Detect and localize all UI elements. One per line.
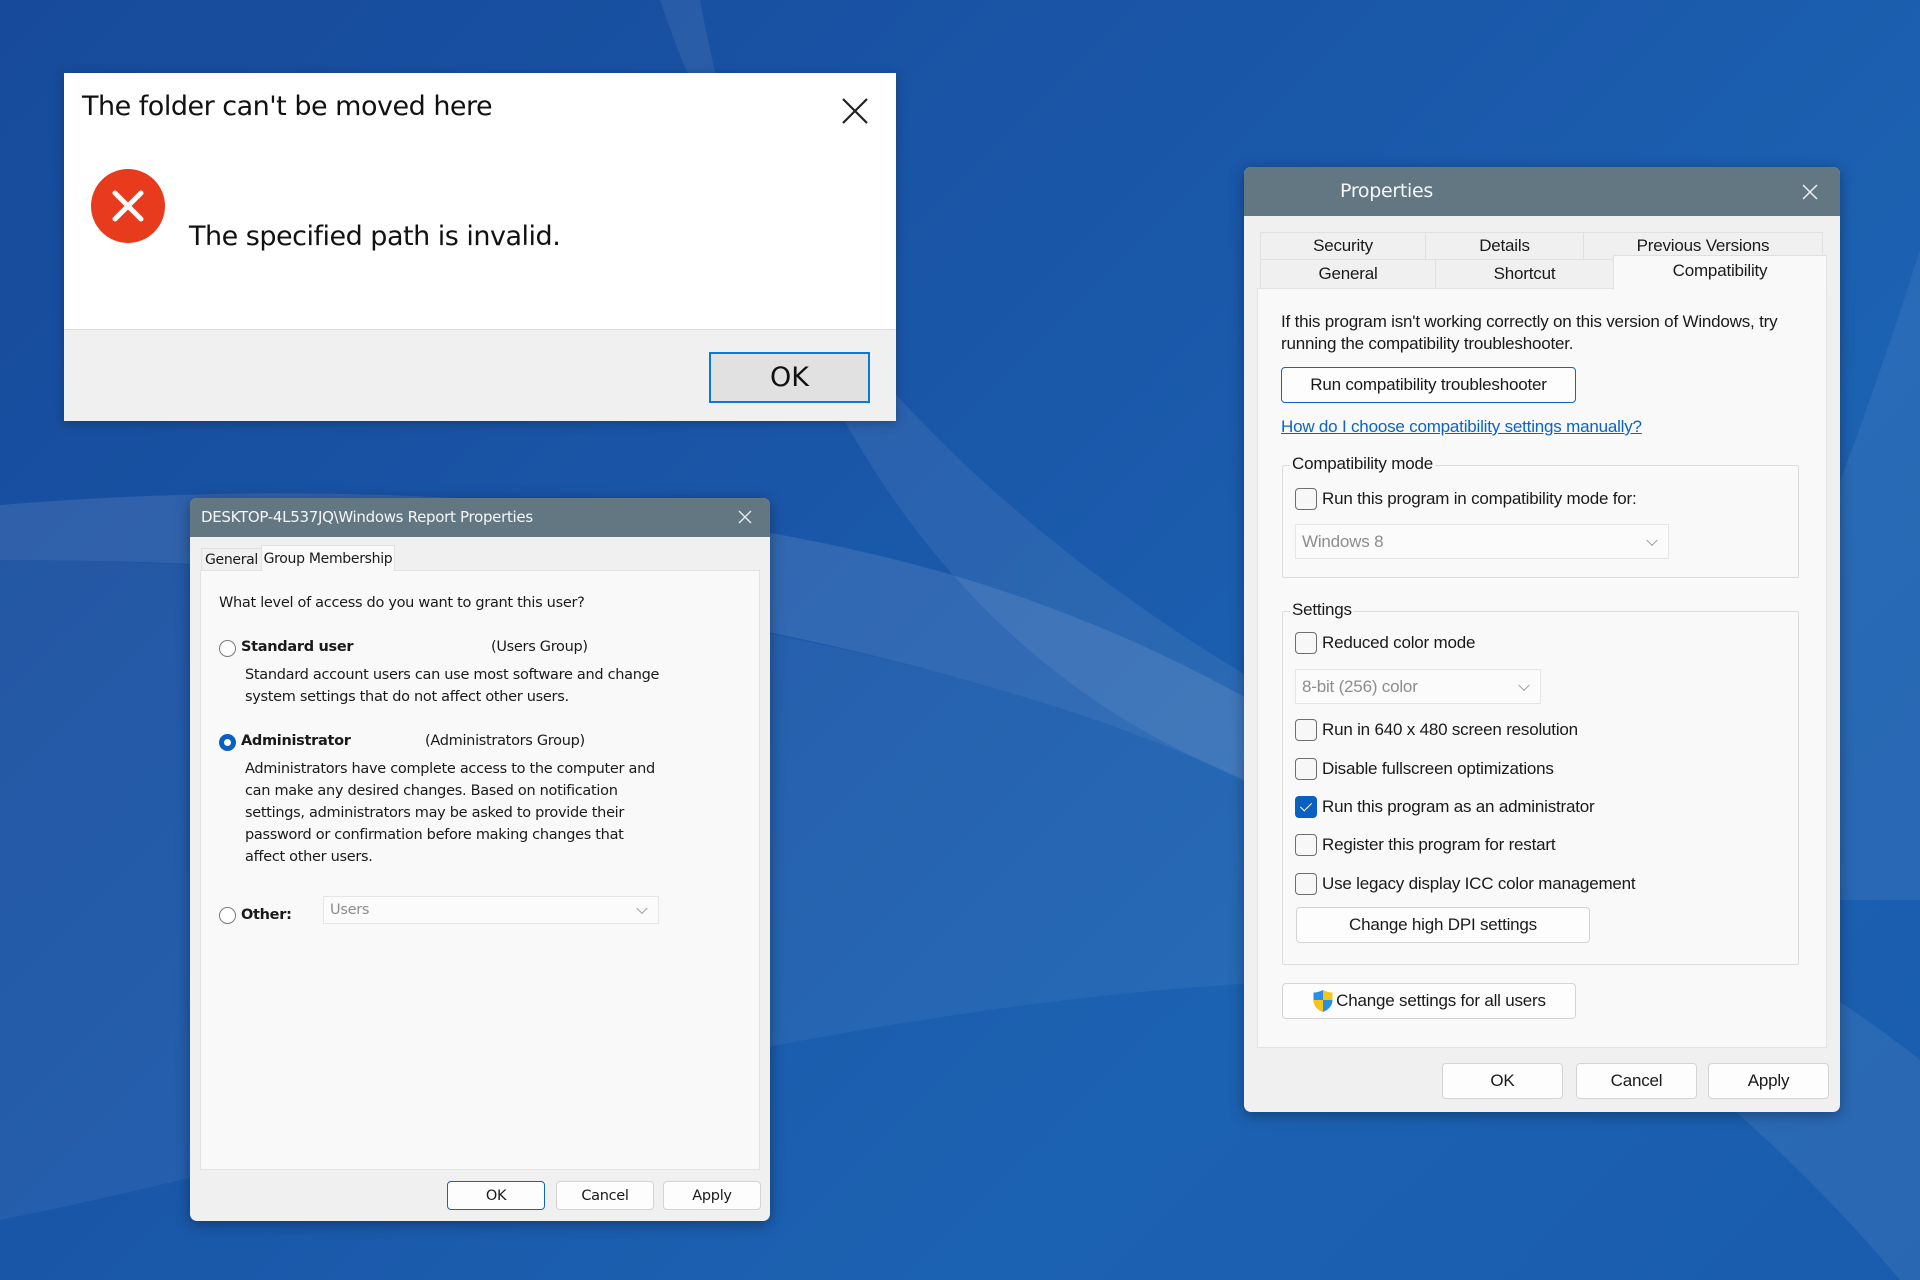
legacy-icc-label[interactable]: Use legacy display ICC color management (1322, 874, 1636, 894)
disable-fullscreen-checkbox[interactable] (1295, 758, 1317, 780)
compatibility-panel: If this program isn't working correctly … (1257, 288, 1827, 1048)
error-message: The specified path is invalid. (189, 221, 561, 252)
change-all-users-button[interactable]: Change settings for all users (1282, 983, 1576, 1019)
properties-dialog: Properties Security Details Previous Ver… (1244, 167, 1840, 1112)
tab-details[interactable]: Details (1425, 232, 1584, 260)
error-dialog: The folder can't be moved here The speci… (64, 73, 896, 421)
tab-general[interactable]: General (201, 548, 262, 571)
administrator-desc-line: Administrators have complete access to t… (245, 761, 655, 777)
standard-user-desc-line: system settings that do not affect other… (245, 689, 569, 705)
resolution-640-label[interactable]: Run in 640 x 480 screen resolution (1322, 720, 1578, 740)
reduced-color-label[interactable]: Reduced color mode (1322, 633, 1475, 653)
administrator-desc-line: settings, administrators may be asked to… (245, 805, 625, 821)
compatibility-help-link[interactable]: How do I choose compatibility settings m… (1281, 417, 1642, 437)
chevron-down-icon (1646, 534, 1658, 546)
error-dialog-footer: OK (64, 329, 896, 421)
administrator-radio[interactable] (219, 734, 236, 751)
compatibility-mode-group (1282, 465, 1799, 578)
compat-mode-checkbox[interactable] (1295, 488, 1317, 510)
administrator-desc-line: can make any desired changes. Based on n… (245, 783, 618, 799)
standard-user-desc-line: Standard account users can use most soft… (245, 667, 660, 683)
administrator-desc-line: password or confirmation before making c… (245, 827, 624, 843)
apply-button[interactable]: Apply (1708, 1063, 1829, 1099)
title-bar: DESKTOP-4L537JQ\Windows Report Propertie… (190, 498, 770, 537)
compat-mode-label[interactable]: Run this program in compatibility mode f… (1322, 489, 1637, 509)
close-icon[interactable] (1801, 183, 1819, 201)
error-dialog-title: The folder can't be moved here (82, 91, 493, 122)
tab-panel: What level of access do you want to gran… (200, 570, 760, 1170)
legacy-icc-checkbox[interactable] (1295, 873, 1317, 895)
register-restart-checkbox[interactable] (1295, 834, 1317, 856)
other-radio[interactable] (219, 907, 236, 924)
tab-compatibility[interactable]: Compatibility (1613, 255, 1827, 290)
settings-label: Settings (1290, 600, 1354, 620)
close-icon[interactable] (837, 93, 873, 129)
chevron-down-icon (636, 902, 648, 915)
resolution-640-checkbox[interactable] (1295, 719, 1317, 741)
tab-security[interactable]: Security (1260, 232, 1426, 260)
register-restart-label[interactable]: Register this program for restart (1322, 835, 1556, 855)
run-as-admin-checkbox[interactable] (1295, 796, 1317, 818)
administrator-label[interactable]: Administrator (241, 733, 351, 749)
cancel-button[interactable]: Cancel (1576, 1063, 1697, 1099)
administrator-group: (Administrators Group) (425, 733, 585, 749)
run-as-admin-label[interactable]: Run this program as an administrator (1322, 797, 1595, 817)
uac-shield-icon (1313, 990, 1333, 1012)
apply-button[interactable]: Apply (663, 1181, 761, 1210)
compatibility-mode-label: Compatibility mode (1290, 454, 1435, 474)
standard-user-group: (Users Group) (491, 639, 588, 655)
reduced-color-checkbox[interactable] (1295, 632, 1317, 654)
intro-text-line: running the compatibility troubleshooter… (1281, 334, 1574, 353)
dialog-title: DESKTOP-4L537JQ\Windows Report Propertie… (201, 508, 533, 526)
dialog-title: Properties (1340, 180, 1434, 202)
intro-text-line: If this program isn't working correctly … (1281, 312, 1778, 331)
change-dpi-button[interactable]: Change high DPI settings (1296, 907, 1590, 943)
standard-user-label[interactable]: Standard user (241, 639, 354, 655)
ok-button[interactable]: OK (709, 352, 870, 403)
tab-group-membership[interactable]: Group Membership (261, 545, 395, 571)
other-group-value: Users (330, 902, 370, 918)
ok-button[interactable]: OK (447, 1181, 545, 1210)
tab-general[interactable]: General (1260, 259, 1436, 289)
other-group-dropdown: Users (323, 896, 659, 924)
close-icon[interactable] (737, 509, 753, 525)
access-question: What level of access do you want to gran… (219, 595, 585, 611)
error-icon (91, 169, 165, 243)
tab-shortcut[interactable]: Shortcut (1435, 259, 1614, 289)
color-depth-value: 8-bit (256) color (1302, 676, 1418, 696)
compat-os-dropdown: Windows 8 (1295, 524, 1669, 559)
administrator-desc-line: affect other users. (245, 849, 373, 865)
ok-button[interactable]: OK (1442, 1063, 1563, 1099)
color-depth-dropdown: 8-bit (256) color (1295, 669, 1541, 704)
run-troubleshooter-button[interactable]: Run compatibility troubleshooter (1281, 367, 1576, 403)
other-label[interactable]: Other: (241, 907, 292, 923)
compat-os-value: Windows 8 (1302, 531, 1384, 551)
cancel-button[interactable]: Cancel (556, 1181, 654, 1210)
change-all-users-label: Change settings for all users (1336, 991, 1546, 1010)
standard-user-radio[interactable] (219, 640, 236, 657)
disable-fullscreen-label[interactable]: Disable fullscreen optimizations (1322, 759, 1554, 779)
title-bar: Properties (1244, 167, 1840, 216)
user-properties-dialog: DESKTOP-4L537JQ\Windows Report Propertie… (190, 498, 770, 1221)
chevron-down-icon (1518, 679, 1530, 691)
